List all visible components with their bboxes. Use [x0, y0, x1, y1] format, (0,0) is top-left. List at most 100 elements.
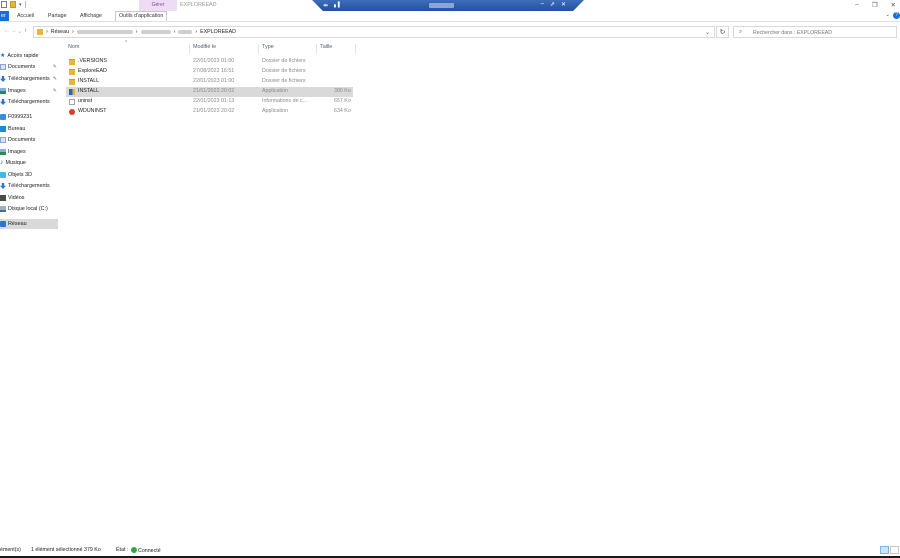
nav-network[interactable]: Réseau	[0, 219, 58, 229]
nav-quick-access[interactable]: ★ Accès rapide	[0, 51, 58, 61]
computer-icon	[0, 114, 6, 120]
download-arrow-icon	[0, 76, 6, 82]
star-icon: ★	[0, 53, 6, 59]
search-placeholder: Rechercher dans : EXPLOREEAD	[753, 30, 833, 36]
file-type: Dossier de fichiers	[262, 58, 306, 64]
up-arrow-icon[interactable]: ↑	[24, 28, 27, 34]
state-label: État :	[116, 547, 129, 553]
nav-this-pc[interactable]: F0999231	[0, 112, 58, 122]
address-history-chevron-icon[interactable]: ⌄	[705, 29, 710, 36]
help-icon[interactable]: ?	[893, 12, 900, 19]
properties-icon[interactable]	[1, 1, 7, 8]
breadcrumb: › Réseau › › › › EXPLOREEAD	[46, 29, 236, 35]
tab-home[interactable]: Accueil	[17, 11, 34, 21]
nav-downloads[interactable]: Téléchargements	[0, 181, 58, 191]
nav-quick-images[interactable]: Images ✎	[0, 86, 58, 96]
pin-icon: ✎	[52, 64, 57, 70]
minimize-button[interactable]: –	[855, 1, 859, 9]
nav-3d-objects[interactable]: Objets 3D	[0, 170, 58, 180]
tab-file[interactable]: er	[0, 11, 9, 21]
download-arrow-icon	[0, 99, 6, 105]
file-row[interactable]: WDUNINST 21/01/2023 20:02 Application 63…	[66, 107, 353, 117]
file-row[interactable]: .VERSIONS 22/01/2023 01:00 Dossier de fi…	[66, 57, 353, 67]
large-icons-view-icon[interactable]	[890, 546, 899, 554]
column-divider[interactable]	[189, 44, 190, 54]
search-box[interactable]: ⌕ Rechercher dans : EXPLOREEAD	[733, 26, 897, 38]
file-row[interactable]: INSTALL 22/01/2023 01:00 Dossier de fich…	[66, 77, 353, 87]
maximize-button[interactable]: ❐	[872, 1, 878, 9]
address-bar[interactable]: › Réseau › › › › EXPLOREEAD ⌄	[33, 26, 715, 38]
windev-uninstall-icon	[69, 109, 75, 115]
remote-minimize-icon[interactable]: –	[541, 1, 544, 8]
title-bar: ▾ Gérer EXPLOREEAD ⇹ ▖▌ – ⇗ ✕ – ❐ ✕	[0, 0, 900, 11]
navigation-pane: ★ Accès rapide Documents ✎ Téléchargemen…	[0, 46, 60, 536]
file-type: Dossier de fichiers	[262, 78, 306, 84]
network-icon	[0, 221, 6, 227]
file-modified: 22/01/2023 01:00	[193, 78, 235, 84]
documents-icon	[0, 64, 6, 70]
column-divider[interactable]	[355, 44, 356, 54]
file-type: Application	[262, 88, 288, 94]
folder-icon	[69, 79, 75, 85]
column-header-name[interactable]: Nom	[68, 44, 79, 54]
new-folder-icon[interactable]	[10, 1, 16, 8]
file-type: Application	[262, 108, 288, 114]
file-row-selected[interactable]: INSTALL 21/01/2023 20:02 Application 380…	[66, 87, 353, 97]
nav-images[interactable]: Images	[0, 147, 58, 157]
breadcrumb-separator: ›	[46, 29, 48, 35]
column-header-size[interactable]: Taille	[320, 44, 332, 54]
nav-quick-documents[interactable]: Documents ✎	[0, 62, 58, 72]
breadcrumb-network[interactable]: Réseau	[51, 29, 69, 35]
music-note-icon: ♪	[0, 159, 4, 166]
signal-strength-icon[interactable]: ▖▌	[334, 2, 341, 8]
file-modified: 21/01/2023 20:02	[193, 88, 235, 94]
breadcrumb-separator: ›	[72, 29, 74, 35]
file-name: ExploreEAD	[78, 68, 107, 74]
hard-drive-icon	[0, 206, 6, 212]
images-icon	[0, 149, 6, 155]
documents-icon	[0, 137, 6, 143]
column-header-type[interactable]: Type	[262, 44, 274, 54]
back-arrow-icon[interactable]: ←	[4, 28, 10, 34]
column-header-modified[interactable]: Modifié le	[193, 44, 216, 54]
remote-close-icon[interactable]: ✕	[561, 1, 566, 8]
file-name: INSTALL	[78, 88, 100, 94]
nav-music[interactable]: ♪ Musique	[0, 158, 58, 168]
refresh-button[interactable]: ↻	[716, 26, 729, 38]
tab-application-tools[interactable]: Outils d'application	[115, 11, 168, 21]
remote-restore-icon[interactable]: ⇗	[550, 1, 555, 8]
tab-view[interactable]: Affichage	[80, 11, 102, 21]
expand-ribbon-chevron-icon[interactable]: ⌄	[885, 12, 890, 18]
remote-bar-controls: – ⇗ ✕	[541, 1, 566, 8]
column-divider[interactable]	[316, 44, 317, 54]
nav-local-disk[interactable]: Disque local (C:)	[0, 204, 58, 214]
breadcrumb-separator: ›	[135, 29, 138, 35]
desktop-icon	[0, 126, 6, 132]
customize-toolbar-chevron-icon[interactable]: ▾	[19, 2, 22, 8]
nav-desktop[interactable]: Bureau	[0, 124, 58, 134]
close-button[interactable]: ✕	[891, 1, 896, 9]
nav-documents[interactable]: Documents	[0, 135, 58, 145]
file-name: WDUNINST	[78, 108, 107, 114]
file-row[interactable]: ExploreEAD 27/08/2022 16:51 Dossier de f…	[66, 67, 353, 77]
recent-locations-chevron-icon[interactable]: ⌄	[17, 28, 22, 35]
selection-info: 1 élément sélectionné 379 Ko	[31, 547, 101, 553]
search-icon: ⌕	[739, 29, 743, 35]
nav-videos[interactable]: Vidéos	[0, 193, 58, 203]
breadcrumb-current-folder[interactable]: EXPLOREEAD	[200, 29, 236, 35]
file-row[interactable]: uninst 22/01/2023 01:13 Informations de …	[66, 97, 353, 107]
breadcrumb-redacted-folder[interactable]	[178, 30, 193, 34]
nav-quick-downloads-2[interactable]: Téléchargements	[0, 97, 58, 107]
breadcrumb-redacted-server[interactable]	[76, 30, 133, 34]
column-divider[interactable]	[258, 44, 259, 54]
status-bar: ément(s) 1 élément sélectionné 379 Ko Ét…	[0, 546, 900, 556]
breadcrumb-redacted-share[interactable]	[140, 30, 171, 34]
file-modified: 27/08/2022 16:51	[193, 68, 235, 74]
breadcrumb-separator: ›	[195, 29, 198, 35]
file-type: Dossier de fichiers	[262, 68, 306, 74]
pin-icon: ✎	[52, 76, 57, 82]
details-view-icon[interactable]	[880, 546, 889, 554]
tab-share[interactable]: Partage	[48, 11, 67, 21]
nav-quick-downloads[interactable]: Téléchargements ✎	[0, 74, 58, 84]
manage-context-tab[interactable]: Gérer	[139, 0, 177, 11]
